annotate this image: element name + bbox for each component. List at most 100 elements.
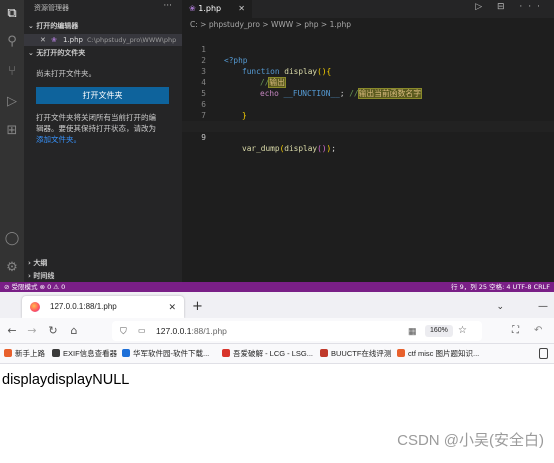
- zoom-level[interactable]: 160%: [425, 325, 453, 337]
- code-line[interactable]: 5: [182, 77, 554, 98]
- open-file-name: 1.php: [63, 36, 84, 44]
- source-control-icon[interactable]: ⑂: [3, 62, 21, 80]
- outline-header: 大纲: [33, 259, 48, 267]
- browser-tab[interactable]: 127.0.0.1:88/1.php ✕: [22, 296, 184, 318]
- bookmarks-bar: 新手上路 EXIF信息查看器 华军软件园-软件下载... 吾爱破解 - LCG …: [0, 344, 554, 364]
- back-icon[interactable]: ←: [4, 323, 20, 339]
- extensions-icon[interactable]: ⊞: [3, 121, 21, 139]
- firefox-window: 127.0.0.1:88/1.php ✕ + ⌄ — ← → ↻ ⌂ ⛉ ▭ 1…: [0, 292, 554, 463]
- settings-gear-icon[interactable]: ⚙: [3, 258, 21, 276]
- code-line[interactable]: 8: [182, 110, 554, 131]
- qr-code-icon[interactable]: ▦: [408, 321, 417, 341]
- hint-line-2: 辑器。要使其保持打开状态，请改为: [36, 124, 156, 133]
- bookmark-label: 吾爱破解 - LCG - LSG...: [233, 349, 314, 358]
- bookmark-item[interactable]: BUUCTF在线评测: [320, 344, 391, 364]
- hint-line-1: 打开文件夹将关闭所有当前打开的编: [36, 113, 156, 122]
- open-folder-button[interactable]: 打开文件夹: [36, 87, 169, 104]
- code-line[interactable]: 1 <?php: [182, 33, 554, 65]
- php-file-icon: ❀: [189, 4, 199, 13]
- close-icon[interactable]: ✕: [40, 34, 46, 46]
- code-line[interactable]: 7 display();: [182, 99, 554, 131]
- line-number: 9: [201, 133, 206, 142]
- page-content: displaydisplayNULL CSDN @小吴(安全白): [0, 364, 554, 463]
- bookmark-item[interactable]: 吾爱破解 - LCG - LSG...: [222, 344, 313, 364]
- no-folder-header: 无打开的文件夹: [36, 49, 86, 57]
- firefox-icon: [30, 302, 40, 312]
- code-line[interactable]: 6 }: [182, 88, 554, 120]
- bookmark-icon: [320, 349, 328, 357]
- tab-1-php[interactable]: ❀ 1.php ✕: [182, 0, 252, 18]
- forward-icon[interactable]: →: [24, 323, 40, 339]
- explorer-sidebar: 资源管理器 ··· ⌄ 打开的编辑器 ✕ ❀ 1.php C:\phpstudy…: [24, 0, 182, 282]
- code-line[interactable]: 2 function display(){: [182, 44, 554, 76]
- timeline-header: 时间线: [33, 272, 55, 280]
- url-path: :88/1.php: [191, 326, 227, 336]
- bookmark-icon: [122, 349, 130, 357]
- close-icon[interactable]: ✕: [168, 296, 176, 318]
- no-folder-message: 尚未打开文件夹。: [36, 69, 96, 78]
- search-icon[interactable]: ⚲: [3, 32, 21, 50]
- browser-tab-bar: 127.0.0.1:88/1.php ✕ + ⌄ —: [0, 292, 554, 318]
- page-info-icon[interactable]: ▭: [138, 321, 146, 341]
- crop-tool-icon[interactable]: ⛶: [512, 323, 519, 339]
- bookmark-label: EXIF信息查看器: [63, 349, 118, 358]
- new-tab-button[interactable]: +: [192, 296, 203, 318]
- code-line[interactable]: 4 echo __FUNCTION__; //输出当前函数名字: [182, 66, 554, 99]
- undo-icon[interactable]: ↶: [534, 323, 542, 339]
- php-output-text: displaydisplayNULL: [2, 372, 130, 388]
- browser-tab-title: 127.0.0.1:88/1.php: [50, 302, 117, 311]
- bookmark-icon: [52, 349, 60, 357]
- code-line-current[interactable]: 9 var_dump(display());: [182, 121, 554, 153]
- bookmark-icon: [397, 349, 405, 357]
- status-right[interactable]: 行 9，列 25 空格: 4 UTF-8 CRLF: [451, 282, 550, 292]
- open-editors-section[interactable]: ⌄ 打开的编辑器: [24, 20, 182, 32]
- activity-bar: ⧉ ⚲ ⑂ ▷ ⊞ ◯ ⚙: [0, 0, 24, 282]
- csdn-watermark: CSDN @小吴(安全白): [397, 432, 544, 449]
- minimize-button[interactable]: —: [538, 296, 548, 318]
- bookmark-icon: [4, 349, 12, 357]
- status-bar: ⊘ 受限模式 ⊗ 0 ⚠ 0 行 9，列 25 空格: 4 UTF-8 CRLF: [0, 282, 554, 292]
- bookmark-item[interactable]: EXIF信息查看器: [52, 344, 117, 364]
- bookmark-star-icon[interactable]: ☆: [458, 321, 467, 341]
- editor-actions-icon[interactable]: ▷ ⊟ ···: [475, 2, 546, 12]
- vscode-window: ⧉ ⚲ ⑂ ▷ ⊞ ◯ ⚙ 资源管理器 ··· ⌄ 打开的编辑器 ✕ ❀ 1.p…: [0, 0, 554, 292]
- line-text: var_dump(display());: [242, 144, 336, 153]
- explorer-more-icon[interactable]: ···: [163, 1, 172, 11]
- navigation-bar: ← → ↻ ⌂ ⛉ ▭ 127.0.0.1:88/1.php ▦ 160% ☆ …: [0, 318, 554, 344]
- status-left[interactable]: ⊘ 受限模式 ⊗ 0 ⚠ 0: [4, 282, 65, 292]
- url-host: 127.0.0.1: [156, 326, 192, 336]
- reload-icon[interactable]: ↻: [45, 323, 61, 339]
- run-debug-icon[interactable]: ▷: [3, 92, 21, 110]
- open-editor-item[interactable]: ✕ ❀ 1.php C:\phpstudy_pro\WWW\php: [24, 34, 182, 46]
- tab-close-icon[interactable]: ✕: [238, 0, 245, 18]
- bookmark-item[interactable]: ctf misc 图片题知识...: [397, 344, 479, 364]
- mobile-bookmarks-icon[interactable]: [539, 348, 548, 359]
- bookmark-icon: [222, 349, 230, 357]
- shield-icon[interactable]: ⛉: [120, 321, 127, 341]
- explorer-icon[interactable]: ⧉: [3, 4, 21, 22]
- timeline-section[interactable]: › 时间线: [24, 270, 182, 282]
- account-icon[interactable]: ◯: [3, 229, 21, 247]
- url-text[interactable]: 127.0.0.1:88/1.php: [156, 321, 227, 341]
- code-line[interactable]: 3 //输出: [182, 55, 554, 88]
- hint-message: 打开文件夹将关闭所有当前打开的编 辑器。要使其保持打开状态，请改为 添加文件夹。: [36, 112, 176, 145]
- bookmark-label: ctf misc 图片题知识...: [408, 349, 480, 358]
- bookmark-item[interactable]: 华军软件园-软件下载...: [122, 344, 209, 364]
- bookmark-label: 华军软件园-软件下载...: [133, 349, 210, 358]
- home-icon[interactable]: ⌂: [66, 323, 82, 339]
- tab-list-icon[interactable]: ⌄: [496, 296, 504, 318]
- tab-label: 1.php: [198, 4, 222, 13]
- bookmark-item[interactable]: 新手上路: [4, 344, 45, 364]
- php-file-icon: ❀: [51, 36, 57, 44]
- breadcrumb[interactable]: C: > phpstudy_pro > WWW > php > 1.php: [190, 20, 351, 29]
- code-editor: ❀ 1.php ✕ ▷ ⊟ ··· C: > phpstudy_pro > WW…: [182, 0, 554, 282]
- open-editors-header: 打开的编辑器: [36, 22, 79, 30]
- outline-section[interactable]: › 大纲: [24, 257, 182, 269]
- editor-tab-bar: ❀ 1.php ✕ ▷ ⊟ ···: [182, 0, 554, 18]
- add-folder-link[interactable]: 添加文件夹。: [36, 134, 176, 145]
- open-file-path: C:\phpstudy_pro\WWW\php: [87, 36, 177, 44]
- bookmark-label: BUUCTF在线评测: [331, 349, 392, 358]
- explorer-title: 资源管理器: [34, 4, 69, 12]
- url-bar[interactable]: ⛉ ▭ 127.0.0.1:88/1.php ▦ 160% ☆: [112, 321, 482, 341]
- no-folder-section[interactable]: ⌄ 无打开的文件夹: [24, 47, 182, 59]
